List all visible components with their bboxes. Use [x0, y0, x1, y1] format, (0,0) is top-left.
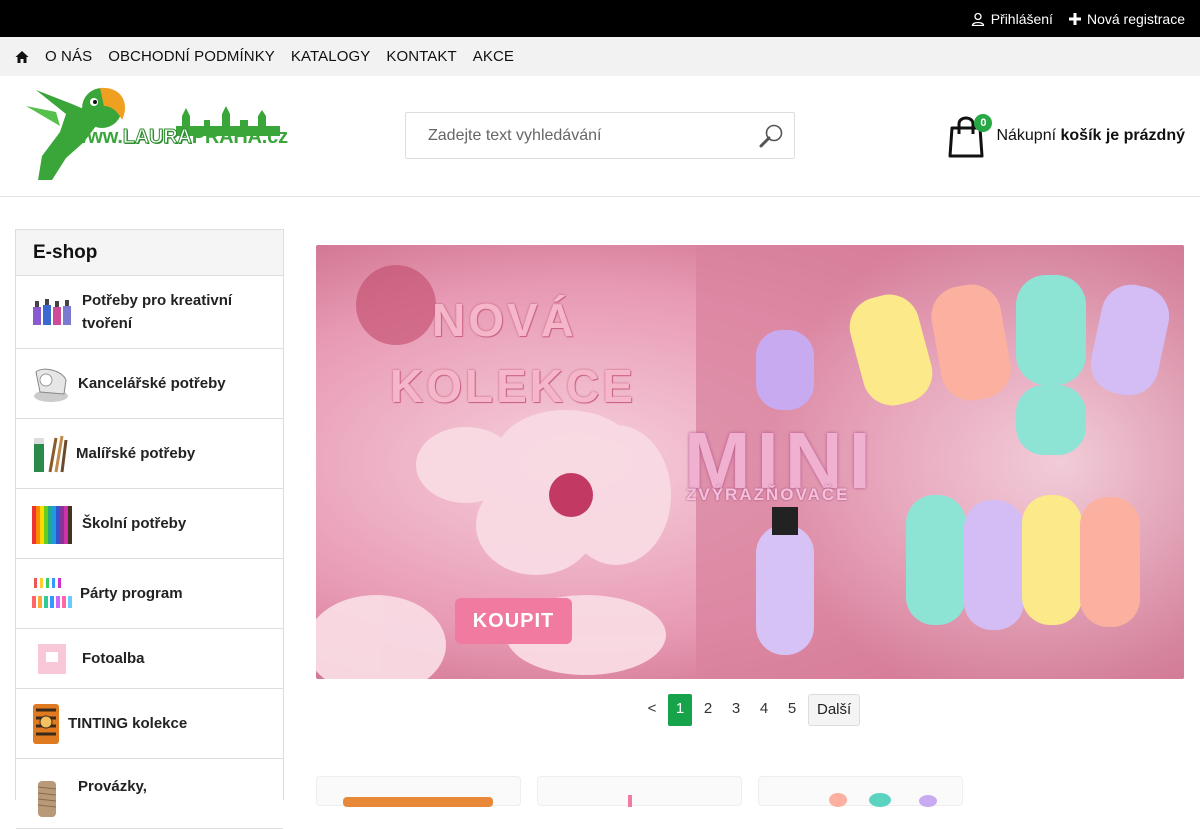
product-card[interactable]: [316, 776, 521, 807]
pager-page-3[interactable]: 3: [724, 694, 748, 726]
sidebar-item-malirske-potreby[interactable]: Malířské potřeby: [16, 419, 283, 489]
login-link[interactable]: Přihlášení: [971, 11, 1053, 27]
account-links: Přihlášení Nová registrace: [971, 0, 1185, 37]
main-nav: O NÁS OBCHODNÍ PODMÍNKY KATALOGY KONTAKT…: [0, 37, 1200, 76]
sidebar-item-skolni-potreby[interactable]: Školní potřeby: [16, 489, 283, 559]
nav-item-akce[interactable]: AKCE: [473, 48, 514, 65]
sidebar-item-provazky[interactable]: Provázky,: [16, 759, 283, 829]
product-thumb: [343, 797, 493, 807]
buy-button[interactable]: KOUPIT: [455, 598, 572, 644]
sidebar-item-label: Školní potřeby: [82, 515, 187, 532]
product-thumb: [628, 795, 632, 807]
sidebar-item-label: Fotoalba: [82, 650, 145, 667]
pager-page-1[interactable]: 1: [668, 694, 692, 726]
nav-item-obchodni-podminky[interactable]: OBCHODNÍ PODMÍNKY: [108, 48, 275, 65]
nav-item-kontakt[interactable]: KONTAKT: [386, 48, 456, 65]
cart-count-badge: 0: [974, 114, 993, 132]
twine-spool-icon: [37, 781, 57, 817]
sidebar-item-label: TINTING kolekce: [68, 715, 188, 732]
sidebar-title: E-shop: [16, 230, 283, 276]
register-label: Nová registrace: [1086, 10, 1185, 27]
sidebar-item-label: Kancelářské potřeby: [78, 375, 226, 392]
tape-dispenser-icon: [34, 368, 68, 402]
product-cards-row: [316, 776, 1016, 807]
tinting-pouch-icon: [33, 703, 59, 744]
pager-next-button[interactable]: Další: [808, 694, 861, 726]
sidebar-item-party-program[interactable]: Párty program: [16, 559, 283, 629]
product-thumb: [869, 793, 891, 807]
product-thumb: [829, 793, 847, 807]
sidebar-item-label: Párty program: [80, 585, 183, 602]
sidebar-item-tinting-kolekce[interactable]: TINTING kolekce: [16, 689, 283, 759]
plus-icon: [1068, 12, 1081, 25]
logo-text: www.LAURAPRAHA.cz: [72, 126, 288, 149]
nav-item-o-nas[interactable]: O NÁS: [45, 48, 92, 65]
photo-album-icon: [38, 643, 66, 674]
product-card[interactable]: [758, 776, 963, 807]
product-thumb: [919, 795, 937, 807]
birthday-candles-icon: [32, 577, 72, 608]
nav-item-katalogy[interactable]: KATALOGY: [291, 48, 370, 65]
site-header: www.LAURAPRAHA.cz 0 Nákupní košík je prá…: [0, 76, 1200, 197]
sidebar-item-fotoalba[interactable]: Fotoalba: [16, 629, 283, 689]
product-card[interactable]: [537, 776, 742, 807]
user-icon: [971, 12, 984, 26]
category-sidebar: E-shop Potřeby pro kreativní tvoření Kan…: [15, 229, 284, 829]
site-logo[interactable]: www.LAURAPRAHA.cz: [26, 86, 288, 182]
search-input[interactable]: [406, 113, 746, 158]
sidebar-item-kreativni-tvoreni[interactable]: Potřeby pro kreativní tvoření: [16, 276, 283, 349]
sidebar-item-label: Provázky,: [78, 778, 147, 795]
banner-line-4: ZVÝRAZŇOVAČE: [686, 485, 850, 504]
pager-page-2[interactable]: 2: [696, 694, 720, 726]
promo-banner[interactable]: NOVÁ KOLEKCE MINI ZVÝRAZŇOVAČE KOUPIT: [316, 245, 1184, 679]
home-icon[interactable]: [15, 50, 29, 64]
cart-label: Nákupní košík je prázdný: [996, 127, 1185, 144]
sidebar-item-label: Potřeby pro kreativní tvoření: [82, 292, 233, 332]
top-bar: Přihlášení Nová registrace: [0, 0, 1200, 37]
cart-widget[interactable]: 0 Nákupní košík je prázdný: [946, 114, 1185, 158]
banner-line-1: NOVÁ: [432, 294, 577, 346]
crayons-icon: [32, 505, 72, 544]
pager-page-5[interactable]: 5: [780, 694, 804, 726]
search-box: [405, 112, 795, 159]
cart-bag: 0: [946, 114, 993, 158]
sidebar-item-label: Malířské potřeby: [76, 445, 196, 462]
pager-page-4[interactable]: 4: [752, 694, 776, 726]
login-label: Přihlášení: [990, 10, 1053, 27]
glitter-glue-icon: [33, 299, 71, 325]
pager-prev[interactable]: <: [640, 694, 664, 726]
paint-brushes-icon: [34, 435, 68, 472]
banner-pager: < 1 2 3 4 5 Další: [640, 694, 861, 726]
register-link[interactable]: Nová registrace: [1068, 10, 1185, 27]
search-icon[interactable]: [758, 123, 784, 149]
sidebar-item-kancelarske-potreby[interactable]: Kancelářské potřeby: [16, 349, 283, 419]
banner-line-2: KOLEKCE: [390, 360, 636, 412]
